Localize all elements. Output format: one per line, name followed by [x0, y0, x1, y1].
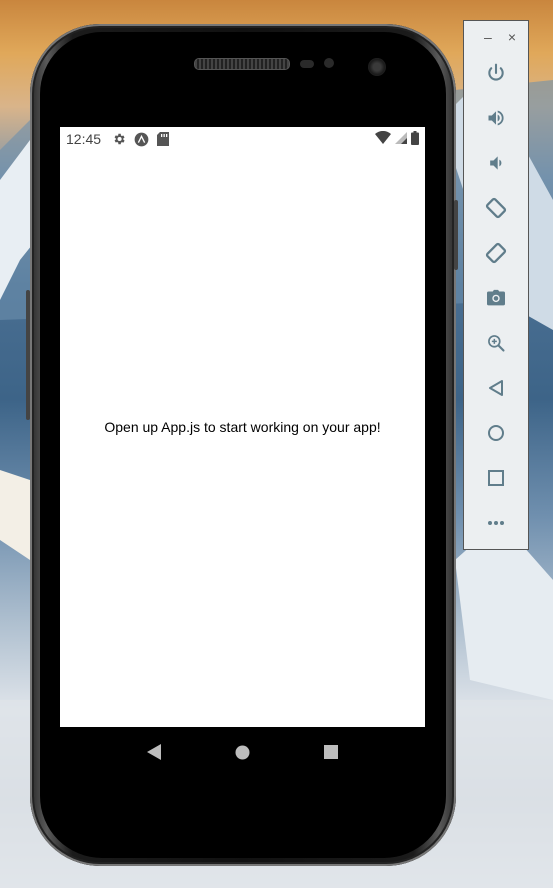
- battery-icon: [411, 130, 419, 148]
- cell-signal-icon: [395, 131, 407, 147]
- front-camera: [368, 58, 386, 76]
- toolbar-home-button[interactable]: [464, 415, 528, 451]
- volume-up-button[interactable]: [464, 100, 528, 136]
- volume-down-icon: [490, 156, 502, 170]
- expo-logo-icon: [133, 131, 149, 147]
- wifi-icon: [375, 130, 391, 147]
- recents-icon: [323, 745, 338, 759]
- minimize-button[interactable]: –: [484, 29, 492, 45]
- power-button-side: [26, 290, 30, 420]
- home-icon: [488, 425, 504, 441]
- overview-icon: [488, 470, 504, 486]
- status-bar: 12:45: [60, 127, 425, 151]
- earpiece-speaker: [194, 58, 290, 70]
- close-button[interactable]: ×: [508, 29, 516, 45]
- volume-rocker: [454, 200, 458, 270]
- volume-down-button[interactable]: [464, 145, 528, 181]
- toolbar-back-button[interactable]: [464, 370, 528, 406]
- back-icon: [147, 744, 162, 760]
- phone-screen[interactable]: 12:45 Open up App.js to start working on…: [60, 127, 425, 777]
- zoom-button[interactable]: [464, 325, 528, 361]
- rotate-left-button[interactable]: [464, 190, 528, 226]
- more-button[interactable]: [464, 505, 528, 541]
- screenshot-button[interactable]: [464, 280, 528, 316]
- power-button[interactable]: [464, 55, 528, 91]
- window-controls: – ×: [464, 21, 528, 45]
- power-icon: [488, 63, 504, 81]
- zoom-icon: [488, 335, 505, 352]
- nav-home-button[interactable]: [227, 737, 257, 767]
- light-sensor: [324, 58, 334, 68]
- proximity-sensor: [300, 60, 314, 68]
- nav-back-button[interactable]: [139, 737, 169, 767]
- status-time: 12:45: [66, 131, 102, 147]
- android-nav-bar: [60, 727, 425, 777]
- more-icon: [488, 521, 504, 525]
- volume-up-icon: [488, 110, 504, 126]
- gear-icon: [111, 131, 127, 147]
- rotate-left-icon: [485, 197, 507, 219]
- emulator-toolbar: – ×: [463, 20, 529, 550]
- toolbar-overview-button[interactable]: [464, 460, 528, 496]
- rotate-right-button[interactable]: [464, 235, 528, 271]
- back-icon: [489, 380, 503, 396]
- nav-recents-button[interactable]: [316, 737, 346, 767]
- rotate-right-icon: [485, 242, 507, 264]
- app-welcome-text: Open up App.js to start working on your …: [104, 419, 381, 435]
- sd-card-icon: [155, 131, 171, 147]
- camera-icon: [487, 289, 505, 306]
- home-icon: [235, 745, 250, 759]
